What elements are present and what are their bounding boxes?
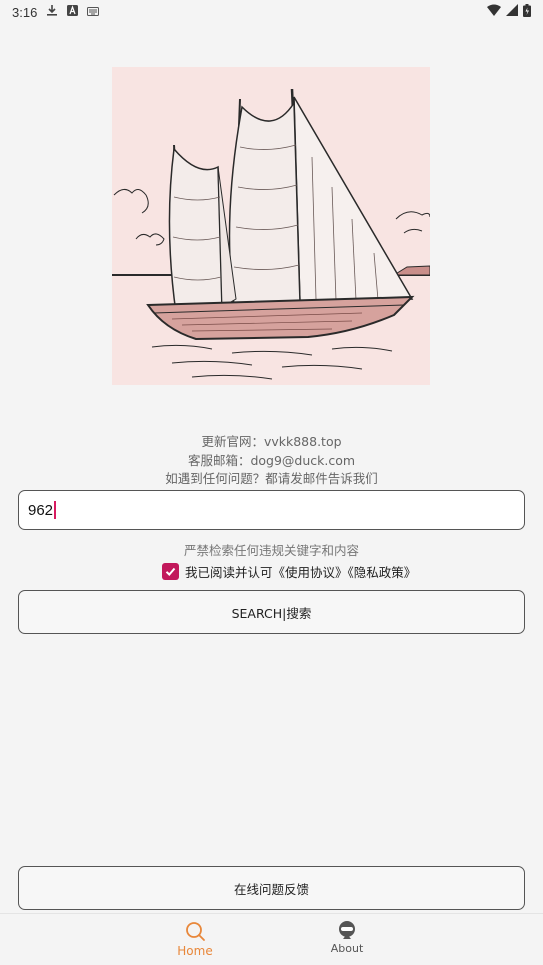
nav-home-label: Home	[177, 944, 213, 958]
search-button[interactable]: SEARCH|搜索	[18, 590, 525, 634]
support-email-info: 客服邮箱：dog9@duck.com	[187, 453, 356, 468]
signal-icon	[506, 4, 518, 20]
sailboat-illustration	[112, 67, 430, 385]
battery-icon	[523, 3, 531, 21]
wifi-icon	[487, 4, 501, 20]
agreement-checkbox[interactable]	[162, 562, 179, 580]
contact-hint: 如遇到任何问题？都请发邮件告诉我们	[165, 471, 378, 486]
status-time: 3:16	[12, 4, 38, 20]
check-icon	[165, 567, 176, 576]
download-icon	[46, 4, 58, 20]
agreement-row[interactable]: 我已阅读并认可《使用协议》《隐私政策》	[162, 561, 416, 581]
agreement-label[interactable]: 我已阅读并认可《使用协议》《隐私政策》	[185, 562, 416, 581]
text-cursor	[54, 501, 56, 519]
content-warning: 严禁检索任何违规关键字和内容	[183, 543, 359, 558]
keyboard-icon	[87, 5, 100, 20]
status-bar: 3:16	[0, 0, 543, 24]
a-icon	[67, 4, 79, 20]
profile-icon	[339, 921, 355, 939]
search-icon	[186, 922, 205, 941]
app-screen: 3:16 更新官网：vvkk888.top 客服邮箱：dog9@duck.com…	[0, 0, 543, 965]
website-info: 更新官网：vvkk888.top	[201, 434, 342, 449]
nav-about-label: About	[330, 942, 364, 955]
search-input-value[interactable]: 962	[28, 502, 53, 519]
nav-about[interactable]: About	[307, 920, 387, 955]
bottom-navigation: Home About	[0, 913, 543, 965]
feedback-button[interactable]: 在线问题反馈	[18, 866, 525, 910]
nav-home[interactable]: Home	[155, 920, 235, 958]
search-input[interactable]: 962	[18, 490, 525, 530]
